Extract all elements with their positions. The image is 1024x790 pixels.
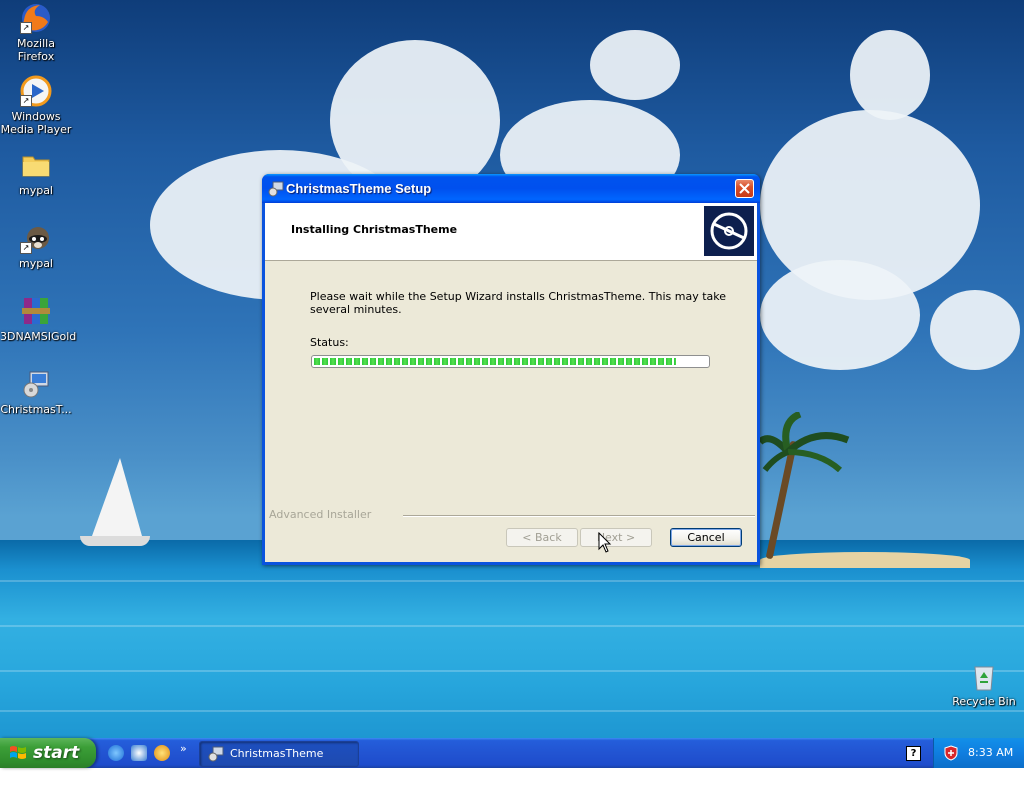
progress-fill [314, 358, 676, 365]
windows-flag-icon [10, 746, 26, 759]
cloud [850, 30, 930, 120]
recycle-bin-icon [968, 660, 1000, 692]
cloud [930, 290, 1020, 370]
installer-disc-icon [704, 206, 754, 256]
security-shield-icon[interactable] [944, 745, 958, 761]
shortcut-arrow-icon: ↗ [20, 22, 32, 34]
dialog-body: Installing ChristmasTheme Please wait wh… [265, 203, 757, 562]
sailboat-sail [92, 458, 142, 536]
back-button[interactable]: < Back [506, 528, 578, 547]
system-tray: 8:33 AM [933, 738, 1024, 768]
taskbar-button-label: ChristmasTheme Setup [230, 747, 324, 784]
clock: 8:33 AM [968, 746, 1014, 759]
banner-heading: Installing ChristmasTheme [291, 223, 458, 236]
desktop-icon-label: Windows Media Player [0, 110, 72, 136]
desktop-icon-label: Mozilla Firefox [17, 37, 55, 63]
desktop-icon-label: ChristmasT... [0, 403, 72, 416]
dialog-titlebar[interactable]: ChristmasTheme Setup [262, 174, 760, 203]
taskbar-button-christmastheme-setup[interactable]: ChristmasTheme Setup [199, 741, 359, 784]
cloud [590, 30, 680, 100]
next-button[interactable]: Next > [580, 528, 652, 547]
show-desktop-icon[interactable] [131, 745, 147, 761]
shortcut-arrow-icon: ↗ [20, 95, 32, 107]
media-player-quicklaunch-icon[interactable] [154, 745, 170, 761]
setup-app-icon [268, 181, 284, 197]
cancel-button[interactable]: Cancel [670, 528, 742, 547]
advanced-installer-brand: Advanced Installer [269, 508, 372, 521]
desktop-icon-media-player[interactable]: ↗ Windows Media Player [0, 75, 72, 136]
desktop-icon-label: mypal [18, 257, 53, 270]
desktop-icon-mypal-folder[interactable]: mypal [0, 149, 72, 197]
desktop-icon-christmastheme[interactable]: ChristmasT... [0, 368, 72, 416]
setup-app-icon [208, 746, 224, 762]
winrar-archive-icon [20, 295, 52, 327]
mouse-pointer-icon [598, 532, 612, 553]
footer-separator [403, 515, 755, 517]
dialog-banner: Installing ChristmasTheme [265, 203, 757, 261]
shortcut-arrow-icon: ↗ [20, 242, 32, 254]
ocean [0, 540, 1024, 738]
install-message: Please wait while the Setup Wizard insta… [310, 290, 727, 316]
dialog-title: ChristmasTheme Setup [286, 181, 432, 196]
palm-leaves [760, 412, 850, 472]
desktop-icon-3dnamsigold[interactable]: 3DNAMSIGold [0, 295, 77, 343]
desktop-icon-firefox[interactable]: ↗ Mozilla Firefox [0, 2, 72, 63]
desktop-icon-mypal[interactable]: ↗ mypal [0, 222, 72, 270]
close-icon [739, 183, 750, 194]
installer-package-icon [20, 368, 52, 400]
start-label: start [33, 743, 80, 763]
close-button[interactable] [735, 179, 754, 198]
status-label: Status: [310, 336, 349, 349]
desktop-icon-label: 3DNAMSIGold [0, 330, 77, 343]
island [760, 552, 970, 568]
desktop-icon-label: Recycle Bin [952, 695, 1016, 708]
sailboat-hull [80, 536, 150, 546]
desktop-icon-label: mypal [18, 184, 53, 197]
media-player-icon: ↗ [20, 75, 52, 107]
quicklaunch-chevron-icon[interactable]: » [180, 742, 187, 755]
setup-dialog: ChristmasTheme Setup Installing Christma… [262, 174, 760, 565]
cloud [760, 260, 920, 370]
mypal-raccoon-icon: ↗ [20, 222, 52, 254]
desktop-icon-recycle-bin[interactable]: Recycle Bin [948, 660, 1020, 708]
install-progress-bar [311, 355, 710, 368]
help-icon[interactable]: ? [906, 746, 921, 761]
internet-explorer-icon[interactable] [108, 745, 124, 761]
folder-icon [20, 149, 52, 181]
start-button[interactable]: start [0, 738, 96, 768]
taskbar: start » ChristmasTheme Setup ? 8:33 AM [0, 738, 1024, 784]
firefox-icon: ↗ [20, 2, 52, 34]
